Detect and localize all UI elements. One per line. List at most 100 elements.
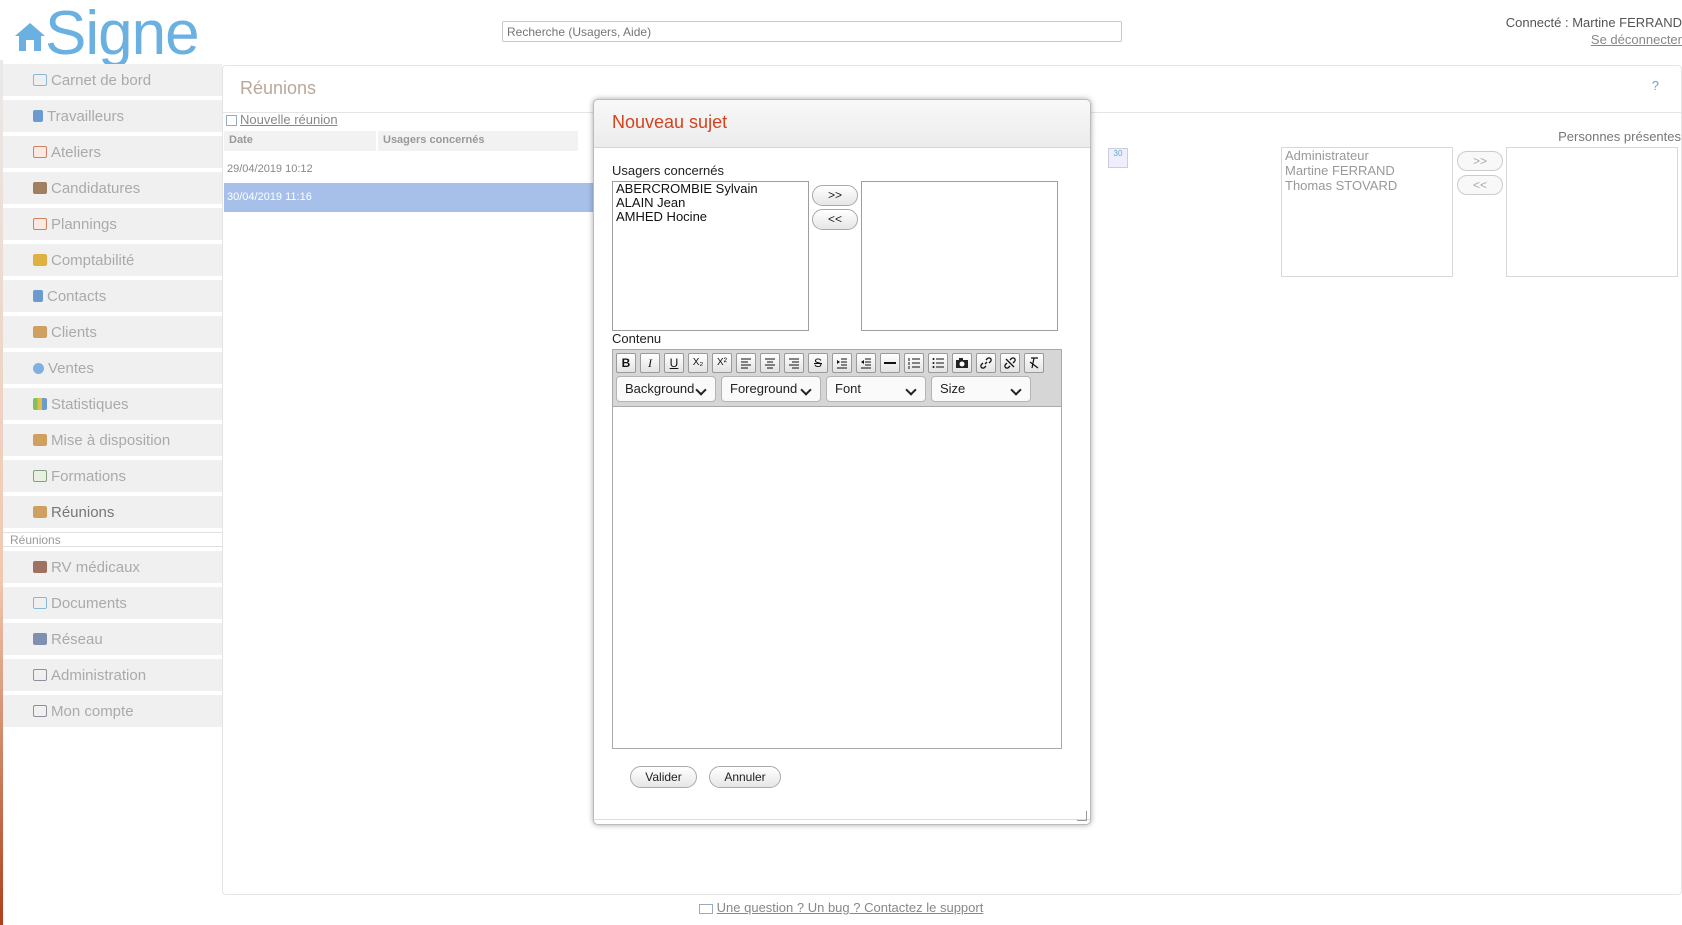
- table-row-selected[interactable]: 30/04/2019 11:16: [224, 183, 594, 212]
- remove-person-button[interactable]: <<: [1457, 175, 1503, 195]
- sidebar-item-carnet[interactable]: Carnet de bord: [3, 64, 222, 100]
- settings-list-icon: [33, 669, 47, 681]
- indent-button[interactable]: [832, 353, 852, 373]
- remove-format-button[interactable]: [1024, 353, 1044, 373]
- search-input[interactable]: [502, 21, 1122, 42]
- envelope-icon: [33, 597, 47, 609]
- underline-button[interactable]: U: [664, 353, 684, 373]
- sidebar-item-statistiques[interactable]: Statistiques: [3, 388, 222, 424]
- sidebar-item-reseau[interactable]: Réseau: [3, 623, 222, 659]
- medical-icon: [33, 561, 47, 573]
- remove-format-icon: [1029, 357, 1039, 369]
- sidebar-item-documents[interactable]: Documents: [3, 587, 222, 623]
- sidebar-item-label: Réseau: [51, 630, 103, 648]
- remove-usager-button[interactable]: <<: [812, 209, 858, 230]
- column-header-usagers[interactable]: Usagers concernés: [378, 131, 578, 151]
- rich-text-editor: B I U X₂ X² S Background Foreground Font…: [612, 349, 1062, 749]
- strikethrough-button[interactable]: S: [808, 353, 828, 373]
- add-person-button[interactable]: >>: [1457, 151, 1503, 171]
- sidebar-item-travailleurs[interactable]: Travailleurs: [3, 100, 222, 136]
- cancel-button[interactable]: Annuler: [709, 766, 781, 788]
- page-title: Réunions: [240, 78, 317, 98]
- handshake-icon: [33, 326, 47, 338]
- dialog-header[interactable]: Nouveau sujet: [594, 100, 1090, 148]
- new-meeting-link[interactable]: Nouvelle réunion: [226, 112, 338, 127]
- add-usager-button[interactable]: >>: [812, 185, 858, 206]
- sidebar-item-label: Statistiques: [51, 395, 129, 413]
- sidebar-item-rv-medicaux[interactable]: RV médicaux: [3, 551, 222, 587]
- envelope-icon: [33, 74, 47, 86]
- sidebar-item-administration[interactable]: Administration: [3, 659, 222, 695]
- usagers-selected-list[interactable]: [861, 181, 1058, 331]
- sidebar-item-label: RV médicaux: [51, 558, 140, 576]
- help-link[interactable]: ?: [1652, 78, 1659, 93]
- sidebar-item-mise-a-disposition[interactable]: Mise à disposition: [3, 424, 222, 460]
- column-header-date[interactable]: Date: [224, 131, 376, 151]
- unordered-list-button[interactable]: [928, 353, 948, 373]
- unlink-button[interactable]: [1000, 353, 1020, 373]
- ordered-list-button[interactable]: [904, 353, 924, 373]
- validate-button[interactable]: Valider: [630, 766, 697, 788]
- sidebar-subitem-reunions[interactable]: Réunions: [3, 532, 222, 547]
- sidebar-item-label: Formations: [51, 467, 127, 485]
- list-item[interactable]: ALAIN Jean: [616, 196, 805, 210]
- available-people-list[interactable]: Administrateur Martine FERRAND Thomas ST…: [1281, 147, 1453, 277]
- list-item[interactable]: Martine FERRAND: [1285, 163, 1449, 178]
- sidebar-item-mon-compte[interactable]: Mon compte: [3, 695, 222, 731]
- sidebar-item-ateliers[interactable]: Ateliers: [3, 136, 222, 172]
- italic-button[interactable]: I: [640, 353, 660, 373]
- align-center-button[interactable]: [760, 353, 780, 373]
- network-icon: [33, 633, 47, 645]
- bold-button[interactable]: B: [616, 353, 636, 373]
- sidebar-item-label: Candidatures: [51, 179, 141, 197]
- align-left-button[interactable]: [736, 353, 756, 373]
- outdent-button[interactable]: [856, 353, 876, 373]
- sidebar-item-comptabilite[interactable]: Comptabilité: [3, 244, 222, 280]
- connected-user: Connecté : Martine FERRAND: [1505, 15, 1682, 30]
- sidebar-item-plannings[interactable]: Plannings: [3, 208, 222, 244]
- background-color-select[interactable]: Background: [616, 376, 716, 402]
- chevron-down-icon: [905, 384, 917, 396]
- superscript-button[interactable]: X²: [712, 353, 732, 373]
- logout-link[interactable]: Se déconnecter: [1591, 32, 1682, 47]
- horizontal-rule-button[interactable]: [880, 353, 900, 373]
- app-logo[interactable]: Signe: [5, 0, 200, 68]
- sidebar-item-label: Clients: [51, 323, 97, 341]
- calendar-icon[interactable]: 30: [1108, 148, 1128, 168]
- usagers-available-list[interactable]: ABERCROMBIE Sylvain ALAIN Jean AMHED Hoc…: [612, 181, 809, 331]
- foreground-color-select[interactable]: Foreground: [721, 376, 821, 402]
- sidebar-item-reunions[interactable]: Réunions: [3, 496, 222, 532]
- sidebar-item-contacts[interactable]: Contacts: [3, 280, 222, 316]
- sidebar-item-candidatures[interactable]: Candidatures: [3, 172, 222, 208]
- present-people-label: Personnes présentes: [1558, 129, 1681, 144]
- align-right-icon: [789, 358, 799, 369]
- sidebar-item-ventes[interactable]: Ventes: [3, 352, 222, 388]
- list-item[interactable]: ABERCROMBIE Sylvain: [616, 182, 805, 196]
- coins-icon: [33, 254, 47, 266]
- insert-link-button[interactable]: [976, 353, 996, 373]
- calendar-day: 30: [1113, 149, 1123, 158]
- list-item[interactable]: Administrateur: [1285, 148, 1449, 163]
- size-select[interactable]: Size: [931, 376, 1031, 402]
- horizontal-rule-icon: [884, 362, 896, 364]
- list-item[interactable]: Thomas STOVARD: [1285, 178, 1449, 193]
- align-center-icon: [765, 358, 775, 369]
- list-item[interactable]: AMHED Hocine: [616, 210, 805, 224]
- people-icon: [33, 110, 43, 122]
- subscript-button[interactable]: X₂: [688, 353, 708, 373]
- present-people-list[interactable]: [1506, 147, 1678, 277]
- support-link[interactable]: Une question ? Un bug ? Contactez le sup…: [0, 900, 1682, 915]
- sidebar-item-clients[interactable]: Clients: [3, 316, 222, 352]
- sidebar-item-label: Mon compte: [51, 702, 134, 720]
- house-logo-icon: [15, 23, 45, 51]
- table-row[interactable]: 29/04/2019 10:12: [224, 155, 594, 184]
- sidebar-item-formations[interactable]: Formations: [3, 460, 222, 496]
- font-select[interactable]: Font: [826, 376, 926, 402]
- unordered-list-icon: [932, 358, 944, 368]
- editor-content-area[interactable]: [613, 408, 1061, 748]
- align-right-button[interactable]: [784, 353, 804, 373]
- resize-handle[interactable]: [1077, 811, 1087, 821]
- insert-image-button[interactable]: [952, 353, 972, 373]
- board-icon: [33, 470, 47, 482]
- dialog-footer-divider: [594, 819, 1090, 820]
